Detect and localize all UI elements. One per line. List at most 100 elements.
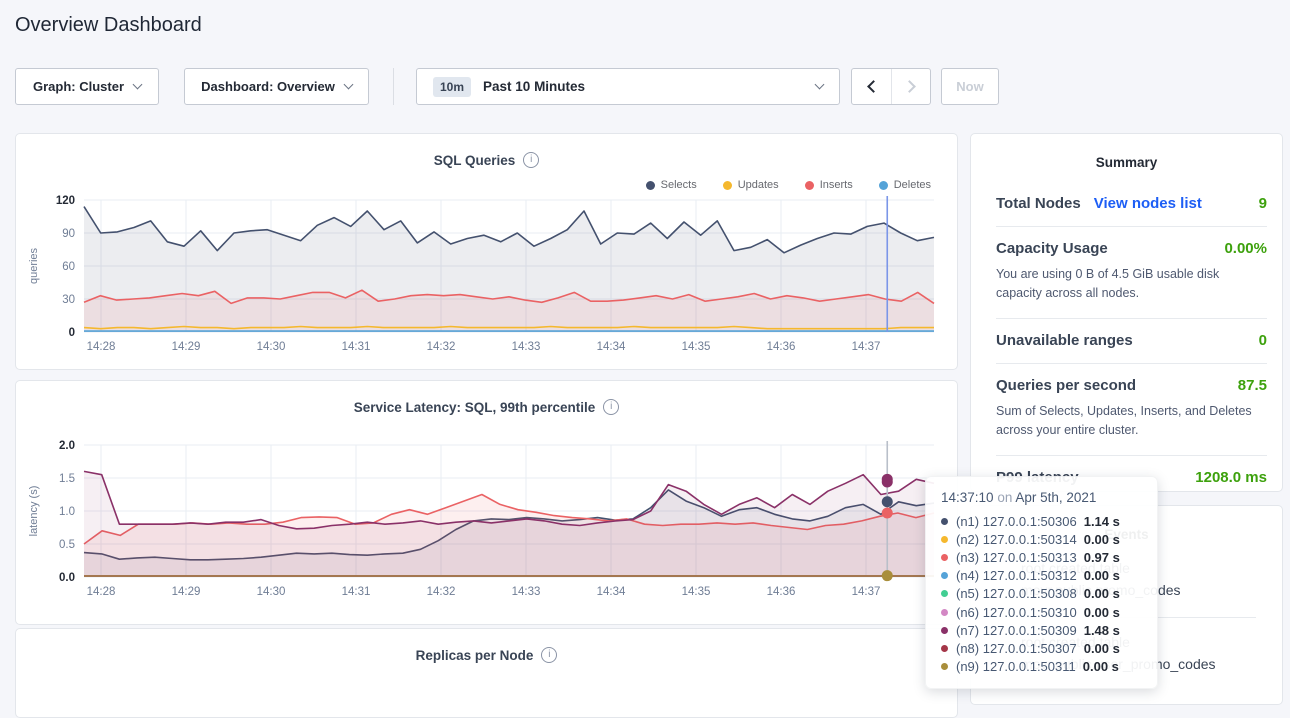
summary-title: Summary (971, 134, 1282, 170)
svg-text:14:37: 14:37 (852, 341, 881, 353)
now-button[interactable]: Now (941, 68, 999, 105)
info-icon[interactable]: i (541, 647, 557, 663)
graph-scope-label: Graph: Cluster (33, 79, 124, 94)
legend-item-selects[interactable]: Selects (646, 179, 697, 191)
summary-panel: Summary Total Nodes View nodes list 9 Ca… (970, 133, 1283, 492)
time-range-dropdown[interactable]: 10m Past 10 Minutes (416, 68, 840, 105)
chevron-left-icon (867, 80, 880, 93)
svg-text:14:30: 14:30 (257, 341, 286, 353)
svg-text:60: 60 (62, 261, 75, 273)
capacity-usage-caption: You are using 0 B of 4.5 GiB usable disk… (996, 265, 1267, 304)
svg-text:14:33: 14:33 (512, 341, 541, 353)
legend-dot-icon (805, 181, 814, 190)
tooltip-node-value: 1.14 s (1084, 514, 1120, 529)
tooltip-node-address: (n5) 127.0.0.1:50308 (956, 586, 1077, 601)
service-latency-card: Service Latency: SQL, 99th percentile i … (15, 380, 958, 625)
svg-text:2.0: 2.0 (59, 440, 75, 452)
summary-row-capacity-usage: Capacity Usage 0.00% You are using 0 B o… (996, 226, 1267, 318)
summary-row-queries-per-second: Queries per second 87.5 Sum of Selects, … (996, 363, 1267, 455)
series-color-dot (941, 609, 948, 616)
svg-text:14:36: 14:36 (767, 586, 796, 598)
svg-text:14:34: 14:34 (597, 586, 626, 598)
info-icon[interactable]: i (603, 399, 619, 415)
graph-scope-dropdown[interactable]: Graph: Cluster (15, 68, 159, 105)
svg-text:0.5: 0.5 (59, 539, 75, 551)
svg-text:14:29: 14:29 (172, 586, 201, 598)
svg-text:14:28: 14:28 (87, 341, 116, 353)
svg-text:14:37: 14:37 (852, 586, 881, 598)
summary-rows: Total Nodes View nodes list 9 Capacity U… (971, 182, 1282, 500)
dashboard-select-dropdown[interactable]: Dashboard: Overview (184, 68, 369, 105)
total-nodes-value: 9 (1259, 195, 1267, 212)
svg-text:1.5: 1.5 (59, 473, 75, 485)
time-step-back-button[interactable] (852, 69, 891, 104)
tooltip-node-value: 0.00 s (1084, 641, 1120, 656)
series-color-dot (941, 536, 948, 543)
replicas-per-node-title: Replicas per Node i (16, 647, 957, 663)
service-latency-title: Service Latency: SQL, 99th percentile i (16, 399, 957, 415)
overview-dashboard-page: { "page": { "title": "Overview Dashboard… (0, 0, 1290, 689)
chart-hover-tooltip: 14:37:10 on Apr 5th, 2021 (n1) 127.0.0.1… (925, 476, 1158, 689)
svg-text:14:29: 14:29 (172, 341, 201, 353)
time-step-forward-button[interactable] (891, 69, 930, 104)
sql-queries-title-text: SQL Queries (434, 153, 516, 168)
series-color-dot (941, 627, 948, 634)
time-range-label: Past 10 Minutes (483, 79, 585, 94)
sql-queries-title: SQL Queries i (16, 152, 957, 168)
legend-item-inserts[interactable]: Inserts (805, 179, 853, 191)
tooltip-node-address: (n8) 127.0.0.1:50307 (956, 641, 1077, 656)
svg-text:14:32: 14:32 (427, 586, 456, 598)
svg-text:0.0: 0.0 (59, 572, 75, 584)
svg-text:14:32: 14:32 (427, 341, 456, 353)
tooltip-node-value: 1.48 s (1084, 623, 1120, 638)
tooltip-node-value: 0.00 s (1084, 605, 1120, 620)
svg-text:14:31: 14:31 (342, 341, 371, 353)
svg-text:30: 30 (62, 294, 75, 306)
summary-row-unavailable-ranges: Unavailable ranges 0 (996, 318, 1267, 363)
chevron-down-icon (133, 80, 143, 90)
sql-queries-chart[interactable]: 14:2814:2914:3014:3114:3214:3314:3414:35… (22, 192, 954, 373)
svg-text:120: 120 (56, 195, 75, 207)
series-color-dot (941, 590, 948, 597)
tooltip-node-row: (n8) 127.0.0.1:50307 0.00 s (941, 639, 1142, 657)
tooltip-node-address: (n3) 127.0.0.1:50313 (956, 550, 1077, 565)
tooltip-node-row: (n6) 127.0.0.1:50310 0.00 s (941, 603, 1142, 621)
tooltip-node-row: (n4) 127.0.0.1:503120.00 s (941, 567, 1142, 585)
legend-label: Selects (661, 179, 697, 191)
svg-text:queries: queries (28, 247, 40, 284)
legend-label: Inserts (820, 179, 853, 191)
page-title: Overview Dashboard (15, 14, 202, 37)
summary-row-total-nodes: Total Nodes View nodes list 9 (996, 182, 1267, 226)
tooltip-node-address: (n4) 127.0.0.1:50312 (956, 568, 1077, 583)
view-nodes-list-link[interactable]: View nodes list (1094, 195, 1202, 212)
legend-dot-icon (879, 181, 888, 190)
svg-text:14:31: 14:31 (342, 586, 371, 598)
chevron-down-icon (343, 80, 353, 90)
tooltip-node-address: (n6) 127.0.0.1:50310 (956, 605, 1077, 620)
svg-text:latency (s): latency (s) (28, 486, 40, 537)
dashboard-select-label: Dashboard: Overview (201, 79, 335, 94)
replicas-per-node-title-text: Replicas per Node (416, 648, 534, 663)
tooltip-node-row: (n7) 127.0.0.1:503091.48 s (941, 621, 1142, 639)
svg-text:1.0: 1.0 (59, 506, 75, 518)
legend-dot-icon (723, 181, 732, 190)
svg-text:0: 0 (69, 327, 75, 339)
queries-per-second-caption: Sum of Selects, Updates, Inserts, and De… (996, 402, 1267, 441)
tooltip-node-address: (n1) 127.0.0.1:50306 (956, 514, 1077, 529)
chevron-down-icon (815, 80, 825, 90)
total-nodes-label: Total Nodes (996, 195, 1081, 212)
tooltip-on: on (997, 490, 1015, 505)
tooltip-node-value: 0.00 s (1083, 659, 1119, 674)
legend-item-deletes[interactable]: Deletes (879, 179, 931, 191)
service-latency-chart[interactable]: 14:2814:2914:3014:3114:3214:3314:3414:35… (22, 437, 954, 618)
sql-queries-legend: Selects Updates Inserts Deletes (646, 179, 931, 191)
tooltip-node-address: (n2) 127.0.0.1:50314 (956, 532, 1077, 547)
tooltip-date: Apr 5th, 2021 (1015, 490, 1096, 505)
series-color-dot (941, 572, 948, 579)
capacity-usage-value: 0.00% (1224, 240, 1267, 257)
svg-text:14:34: 14:34 (597, 341, 626, 353)
controls-divider (393, 68, 394, 105)
info-icon[interactable]: i (523, 152, 539, 168)
service-latency-title-text: Service Latency: SQL, 99th percentile (354, 400, 596, 415)
legend-item-updates[interactable]: Updates (723, 179, 779, 191)
